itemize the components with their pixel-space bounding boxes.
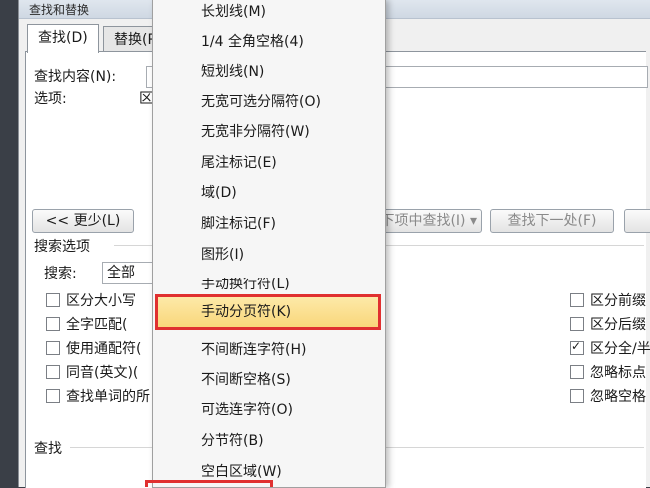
ignore-whitespace-checkbox[interactable]	[570, 389, 584, 403]
background-window-edge	[0, 0, 18, 487]
whole-word-label: 全字匹配(	[66, 317, 128, 333]
search-direction-label: 搜索:	[44, 266, 77, 282]
menu-item-manual-page-break[interactable]: 手动分页符(K)	[155, 294, 381, 330]
cancel-button[interactable]	[624, 209, 650, 233]
ignore-punctuation-checkbox[interactable]	[570, 365, 584, 379]
match-case-checkbox[interactable]	[46, 293, 60, 307]
ignore-punctuation-label: 忽略标点	[590, 365, 646, 381]
menu-item-graphic[interactable]: 图形(I)	[153, 243, 385, 267]
match-suffix-label: 区分后缀	[590, 317, 646, 333]
chevron-down-icon: ▾	[469, 213, 477, 229]
menu-item-nonbreaking-space[interactable]: 不间断空格(S)	[153, 368, 385, 392]
highlight-marker-bottom	[145, 480, 273, 487]
menu-item-footnote-mark[interactable]: 脚注标记(F)	[153, 212, 385, 236]
menu-item-manual-line-break[interactable]: 手动换行符(L)	[153, 278, 385, 290]
menu-item-field[interactable]: 域(D)	[153, 181, 385, 205]
ignore-whitespace-label: 忽略空格	[590, 389, 646, 405]
word-forms-label: 查找单词的所	[66, 389, 150, 405]
search-options-title: 搜索选项	[34, 239, 90, 255]
menu-item-zero-width-optional-break[interactable]: 无宽可选分隔符(O)	[153, 90, 385, 114]
options-label: 选项:	[34, 91, 67, 107]
menu-item-endnote-mark[interactable]: 尾注标记(E)	[153, 151, 385, 175]
menu-item-zero-width-non-break[interactable]: 无宽非分隔符(W)	[153, 120, 385, 144]
find-what-label: 查找内容(N):	[34, 69, 117, 85]
menu-item-section-break[interactable]: 分节符(B)	[153, 429, 385, 453]
find-section-title: 查找	[34, 441, 62, 457]
match-width-checkbox[interactable]	[570, 339, 584, 355]
menu-item-optional-hyphen[interactable]: 可选连字符(O)	[153, 398, 385, 422]
find-next-button[interactable]: 查找下一处(F)	[490, 209, 614, 233]
match-prefix-checkbox[interactable]	[570, 293, 584, 307]
special-characters-menu: 长划线(M) 1/4 全角空格(4) 短划线(N) 无宽可选分隔符(O) 无宽非…	[152, 0, 386, 488]
sounds-like-checkbox[interactable]	[46, 365, 60, 379]
sounds-like-label: 同音(英文)(	[66, 365, 139, 381]
menu-item-nonbreaking-hyphen[interactable]: 不间断连字符(H)	[153, 338, 385, 362]
wildcards-checkbox[interactable]	[46, 341, 60, 355]
dialog-title: 查找和替换	[29, 3, 90, 17]
word-forms-checkbox[interactable]	[46, 389, 60, 403]
menu-item-en-dash[interactable]: 短划线(N)	[153, 60, 385, 84]
whole-word-checkbox[interactable]	[46, 317, 60, 331]
match-case-label: 区分大小写	[66, 293, 136, 309]
menu-item-em-dash[interactable]: 长划线(M)	[153, 0, 385, 24]
menu-item-quarter-em-space[interactable]: 1/4 全角空格(4)	[153, 30, 385, 54]
options-value: 区	[139, 91, 153, 107]
match-width-label: 区分全/半	[590, 341, 650, 357]
less-button[interactable]: << 更少(L)	[32, 209, 134, 233]
match-prefix-label: 区分前缀	[590, 293, 646, 309]
wildcards-label: 使用通配符(	[66, 341, 142, 357]
match-suffix-checkbox[interactable]	[570, 317, 584, 331]
tab-find[interactable]: 查找(D)	[27, 24, 99, 53]
